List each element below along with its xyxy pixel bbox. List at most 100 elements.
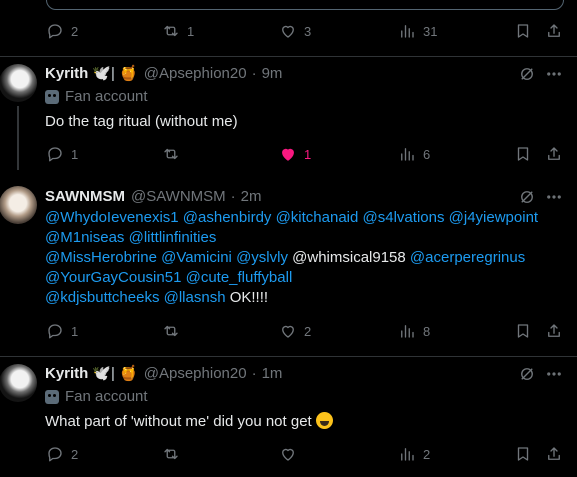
timestamp[interactable]: 1m bbox=[262, 365, 283, 382]
mention-link[interactable]: @kitchanaid bbox=[276, 209, 359, 226]
display-name[interactable]: Kyrith bbox=[45, 65, 88, 82]
bookmark-button[interactable] bbox=[514, 322, 532, 340]
mention-link[interactable]: @llasnsh bbox=[164, 289, 226, 306]
bookmark-button[interactable] bbox=[514, 445, 532, 463]
views-button[interactable]: 6 bbox=[398, 145, 431, 163]
like-count: 3 bbox=[304, 23, 312, 39]
share-button[interactable] bbox=[545, 445, 563, 463]
mention-line: @YourGayCousin51 @cute_fluffyball bbox=[45, 268, 565, 288]
retweet-icon bbox=[164, 148, 178, 160]
like-button[interactable] bbox=[279, 445, 297, 463]
avatar[interactable] bbox=[0, 364, 37, 402]
mention-link[interactable]: @Vamicini bbox=[161, 249, 232, 266]
reply-button[interactable]: 2 bbox=[46, 445, 79, 463]
fan-account-label: Fan account bbox=[45, 88, 148, 105]
tweet-actions: 1 2 8 bbox=[46, 321, 566, 341]
mention-line: @MissHerobrine @Vamicini @yslvly @whimsi… bbox=[45, 248, 565, 268]
share-button[interactable] bbox=[545, 145, 563, 163]
grok-icon[interactable] bbox=[518, 65, 536, 83]
separator-dot: · bbox=[251, 364, 257, 382]
timestamp[interactable]: 9m bbox=[262, 65, 283, 82]
bookmark-button[interactable] bbox=[514, 22, 532, 40]
reply-button[interactable]: 1 bbox=[46, 145, 79, 163]
quoted-media-card[interactable] bbox=[46, 0, 564, 10]
retweet-button[interactable] bbox=[162, 322, 180, 340]
more-icon[interactable] bbox=[545, 365, 561, 383]
like-button[interactable]: 3 bbox=[279, 22, 312, 40]
more-icon[interactable] bbox=[545, 188, 561, 206]
like-count: 2 bbox=[304, 323, 312, 339]
mention-link[interactable]: @acerperegrinus bbox=[410, 249, 525, 266]
plain-mention: @whimsical9158 bbox=[292, 249, 406, 266]
mention-link[interactable]: @M1niseas bbox=[45, 229, 124, 246]
mask-icon bbox=[45, 89, 59, 104]
views-icon bbox=[401, 148, 414, 161]
mention-link[interactable]: @yslvly bbox=[236, 249, 288, 266]
like-button[interactable]: 1 bbox=[279, 145, 312, 163]
fan-account-label: Fan account bbox=[45, 388, 148, 405]
reply-icon bbox=[48, 324, 62, 339]
mention-link[interactable]: @j4yiewpoint bbox=[449, 209, 538, 226]
user-handle[interactable]: @Apsephion20 bbox=[144, 365, 247, 382]
reply-button[interactable]: 2 bbox=[46, 22, 79, 40]
mention-line: @WhydoIevenexis1 @ashenbirdy @kitchanaid… bbox=[45, 208, 565, 228]
divider bbox=[0, 356, 577, 357]
reply-count: 1 bbox=[71, 323, 79, 339]
mention-link[interactable]: @MissHerobrine bbox=[45, 249, 157, 266]
separator-dot: · bbox=[251, 64, 257, 82]
tweet-text: Do the tag ritual (without me) bbox=[45, 113, 238, 130]
retweet-button[interactable] bbox=[162, 145, 180, 163]
retweet-icon bbox=[164, 25, 178, 37]
retweet-button[interactable] bbox=[162, 445, 180, 463]
mention-link[interactable]: @YourGayCousin51 bbox=[45, 269, 181, 286]
mention-link[interactable]: @WhydoIevenexis1 bbox=[45, 209, 179, 226]
separator-dot: · bbox=[230, 187, 236, 205]
views-button[interactable]: 2 bbox=[398, 445, 431, 463]
share-button[interactable] bbox=[545, 322, 563, 340]
share-icon bbox=[548, 324, 560, 337]
tweet-text: @WhydoIevenexis1 @ashenbirdy @kitchanaid… bbox=[45, 208, 565, 308]
more-icon[interactable] bbox=[545, 65, 561, 83]
timestamp[interactable]: 2m bbox=[241, 188, 262, 205]
grok-icon[interactable] bbox=[518, 188, 536, 206]
mention-link[interactable]: @ashenbirdy bbox=[183, 209, 272, 226]
tweet-text-content: What part of 'without me' did you not ge… bbox=[45, 413, 312, 430]
bookmark-icon bbox=[517, 324, 529, 338]
like-icon bbox=[282, 148, 294, 161]
like-count: 1 bbox=[304, 146, 312, 162]
views-button[interactable]: 8 bbox=[398, 322, 431, 340]
reply-count: 2 bbox=[71, 446, 79, 462]
mention-link[interactable]: @littlinfinities bbox=[129, 229, 217, 246]
mention-link[interactable]: @cute_fluffyball bbox=[186, 269, 293, 286]
name-decoration: 🕊️| 🍯 bbox=[92, 65, 138, 82]
views-button[interactable]: 31 bbox=[398, 22, 437, 40]
tweet-header: SAWNMSM @SAWNMSM · 2m bbox=[45, 185, 262, 207]
display-name[interactable]: SAWNMSM bbox=[45, 188, 125, 205]
views-icon bbox=[401, 25, 414, 38]
like-icon bbox=[282, 448, 294, 461]
user-handle[interactable]: @SAWNMSM bbox=[131, 188, 226, 205]
bookmark-icon bbox=[517, 24, 529, 38]
crying-face-icon bbox=[315, 412, 333, 429]
retweet-icon bbox=[164, 325, 178, 337]
display-name[interactable]: Kyrith bbox=[45, 365, 88, 382]
mention-line: @kdjsbuttcheeks @llasnsh OK!!!! bbox=[45, 288, 565, 308]
mask-icon bbox=[45, 389, 59, 404]
share-button[interactable] bbox=[545, 22, 563, 40]
views-icon bbox=[401, 448, 414, 461]
reply-icon bbox=[48, 147, 62, 162]
avatar[interactable] bbox=[0, 186, 37, 224]
mention-link[interactable]: @kdjsbuttcheeks bbox=[45, 289, 159, 306]
retweet-button[interactable]: 1 bbox=[162, 22, 195, 40]
user-handle[interactable]: @Apsephion20 bbox=[144, 65, 247, 82]
bookmark-button[interactable] bbox=[514, 145, 532, 163]
tweet-header: Kyrith 🕊️| 🍯 @Apsephion20 · 1m bbox=[45, 362, 282, 384]
timeline: 2 1 3 31 Kyrith 🕊️| 🍯 @Apsephion20 · 9m bbox=[0, 0, 577, 477]
grok-icon[interactable] bbox=[518, 365, 536, 383]
reply-button[interactable]: 1 bbox=[46, 322, 79, 340]
mention-link[interactable]: @s4lvations bbox=[363, 209, 445, 226]
like-button[interactable]: 2 bbox=[279, 322, 312, 340]
share-icon bbox=[548, 447, 560, 460]
label-text: Fan account bbox=[65, 88, 148, 105]
avatar[interactable] bbox=[0, 64, 37, 102]
